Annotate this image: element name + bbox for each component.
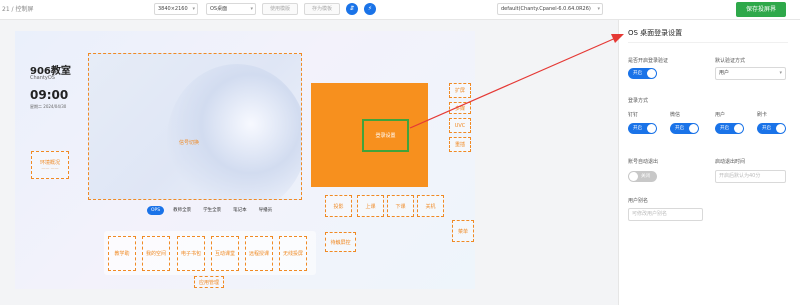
method-user-label: 用户	[715, 112, 726, 118]
default-method-select[interactable]: 用户 ▾	[715, 67, 786, 80]
method-wechat-toggle[interactable]: 开启	[670, 123, 699, 134]
tab-director[interactable]: 导播员	[256, 206, 276, 214]
method-dingtalk-toggle[interactable]: 开启	[628, 123, 657, 134]
auto-logout-toggle[interactable]: 关闭	[628, 171, 657, 182]
login-settings-label[interactable]: 登录设置	[362, 119, 409, 152]
app-teaching-assist[interactable]: 教学助	[108, 236, 136, 271]
tab-ops[interactable]: OPS	[147, 205, 165, 215]
method-wechat-label: 微信	[670, 112, 681, 118]
device-value: default(Chanty.Cpanel-6.0.64.0R26)	[501, 6, 591, 12]
multimedia-button[interactable]: 多媒	[449, 102, 471, 114]
screen-mode-value: OS桌面	[210, 6, 228, 12]
default-method-value: 用户	[719, 70, 730, 76]
login-verify-toggle[interactable]: 开启	[628, 68, 657, 79]
class-start-button[interactable]: 上课	[357, 195, 384, 217]
reinsert-button[interactable]: 重插	[449, 137, 471, 152]
env-monitor-widget[interactable]: 环境概况 —— ——	[31, 151, 69, 179]
user-alias-label: 用户别名	[628, 198, 649, 204]
room-subtitle: ChantyOS	[30, 75, 55, 81]
use-template-button[interactable]: 使用模版	[262, 3, 298, 15]
shutdown-button[interactable]: 关机	[417, 195, 444, 217]
resolution-value: 3840×2160	[158, 6, 188, 12]
app-wireless-cast[interactable]: 无线投屏	[279, 236, 307, 271]
flash-icon[interactable]: ⚡	[364, 3, 376, 15]
app-remote-teaching[interactable]: 远程授课	[245, 236, 273, 271]
tab-student[interactable]: 学生全景	[200, 206, 224, 214]
device-select[interactable]: default(Chanty.Cpanel-6.0.64.0R26) ▾	[497, 3, 603, 15]
class-end-button[interactable]: 下课	[387, 195, 414, 217]
env-monitor-sub: —— ——	[41, 166, 59, 171]
resolution-select[interactable]: 3840×2160 ▾	[154, 3, 198, 15]
login-verify-label: 是否开启登录验证	[628, 58, 669, 64]
menu-button[interactable]: 菜单	[452, 220, 474, 242]
chevron-down-icon: ▾	[597, 6, 600, 12]
chevron-down-icon: ▾	[192, 6, 195, 12]
signal-tabs: OPS 教师全景 学生全景 笔记本 导播员	[147, 204, 275, 216]
app-manage-button[interactable]: 应用管理	[194, 276, 224, 288]
screen-mode-select[interactable]: OS桌面 ▾	[206, 3, 256, 15]
app-my-space[interactable]: 我的空间	[142, 236, 170, 271]
chevron-down-icon: ▾	[779, 70, 782, 76]
clock: 09:00	[30, 88, 69, 102]
breadcrumb[interactable]: 21 / 控制屏	[2, 4, 33, 13]
app-interactive-class[interactable]: 互动课堂	[211, 236, 239, 271]
save-template-button[interactable]: 存为模板	[304, 3, 340, 15]
login-method-label: 登录方式	[628, 98, 649, 104]
user-alias-input[interactable]: 可修改用户别名	[628, 208, 703, 221]
divider	[628, 42, 788, 43]
touch-lock-button[interactable]: 待触屏控	[325, 232, 356, 252]
method-dingtalk-label: 钉钉	[628, 112, 639, 118]
auto-logout-label: 账号自动退出	[628, 159, 659, 165]
chevron-down-icon: ▾	[250, 6, 253, 12]
signal-switch-label: 信号切换	[179, 140, 200, 146]
auto-logout-time-label: 启动退出时间	[715, 159, 746, 165]
projector-button[interactable]: 投影	[325, 195, 352, 217]
swap-icon[interactable]: ⇵	[346, 3, 358, 15]
method-card-toggle[interactable]: 开启	[757, 123, 786, 134]
method-user-toggle[interactable]: 开启	[715, 123, 744, 134]
env-monitor-label: 环境概况	[39, 160, 60, 166]
auto-logout-time-input[interactable]: 开启后默认为40分	[715, 170, 786, 183]
extend-screen-button[interactable]: 扩屏	[449, 83, 471, 98]
app-ebook[interactable]: 电子书包	[177, 236, 205, 271]
wallpaper-swirl	[167, 64, 301, 199]
tab-teacher[interactable]: 教师全景	[170, 206, 194, 214]
uvc-button[interactable]: UVC	[449, 118, 471, 133]
default-method-label: 默认验证方式	[715, 58, 746, 64]
panel-title: OS 桌面登录设置	[628, 29, 683, 37]
method-card-label: 刷卡	[757, 112, 768, 118]
date: 星期二 2024/04/30	[30, 104, 67, 109]
tab-laptop[interactable]: 笔记本	[230, 206, 250, 214]
signal-preview[interactable]: 信号切换	[88, 53, 302, 200]
save-screen-button[interactable]: 保存投屏界	[736, 2, 786, 17]
toolbar: 21 / 控制屏 3840×2160 ▾ OS桌面 ▾ 使用模版 存为模板 ⇵ ⚡ …	[0, 0, 800, 20]
